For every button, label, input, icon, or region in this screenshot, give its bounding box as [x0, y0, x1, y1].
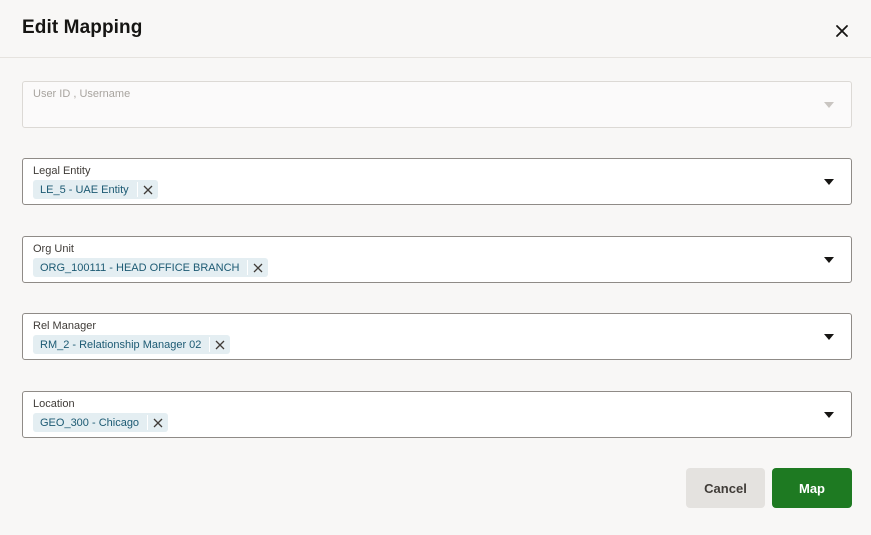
chip-label: RM_2 - Relationship Manager 02: [40, 338, 202, 351]
close-icon: [254, 263, 263, 272]
location-chip: GEO_300 - Chicago: [33, 413, 169, 432]
close-icon: [215, 340, 225, 349]
rel-manager-select[interactable]: Rel Manager RM_2 - Relationship Manager …: [22, 313, 852, 360]
chevron-down-icon[interactable]: [824, 257, 834, 263]
chip-label: LE_5 - UAE Entity: [40, 183, 129, 196]
org-unit-chip: ORG_100111 - HEAD OFFICE BRANCH: [33, 258, 269, 277]
location-label: Location: [33, 398, 75, 410]
chevron-down-icon[interactable]: [824, 412, 834, 418]
user-select[interactable]: User ID , Username: [22, 81, 852, 128]
chevron-down-icon[interactable]: [824, 102, 834, 108]
chip-label: ORG_100111 - HEAD OFFICE BRANCH: [40, 261, 240, 274]
user-select-value: [33, 104, 183, 114]
chevron-down-icon[interactable]: [824, 179, 834, 185]
org-unit-label: Org Unit: [33, 243, 74, 255]
dialog-header: Edit Mapping: [0, 0, 871, 58]
legal-entity-label: Legal Entity: [33, 165, 91, 177]
rel-manager-chip: RM_2 - Relationship Manager 02: [33, 335, 231, 354]
chip-remove-button[interactable]: [148, 413, 168, 432]
close-icon: [153, 418, 163, 427]
chevron-down-icon[interactable]: [824, 334, 834, 340]
map-button[interactable]: Map: [772, 468, 852, 508]
rel-manager-label: Rel Manager: [33, 320, 96, 332]
legal-entity-chip: LE_5 - UAE Entity: [33, 180, 158, 199]
edit-mapping-dialog: Edit Mapping User ID , Username Legal En…: [0, 0, 871, 535]
close-icon: [143, 185, 153, 194]
close-button[interactable]: [830, 19, 854, 43]
chip-remove-button[interactable]: [248, 258, 268, 277]
close-icon: [836, 25, 848, 37]
dialog-title: Edit Mapping: [22, 17, 143, 38]
chip-label: GEO_300 - Chicago: [40, 416, 140, 429]
chip-remove-button[interactable]: [138, 180, 158, 199]
location-select[interactable]: Location GEO_300 - Chicago: [22, 391, 852, 438]
chip-remove-button[interactable]: [210, 335, 230, 354]
legal-entity-select[interactable]: Legal Entity LE_5 - UAE Entity: [22, 158, 852, 205]
org-unit-select[interactable]: Org Unit ORG_100111 - HEAD OFFICE BRANCH: [22, 236, 852, 283]
user-select-label: User ID , Username: [33, 88, 131, 100]
cancel-button[interactable]: Cancel: [686, 468, 765, 508]
